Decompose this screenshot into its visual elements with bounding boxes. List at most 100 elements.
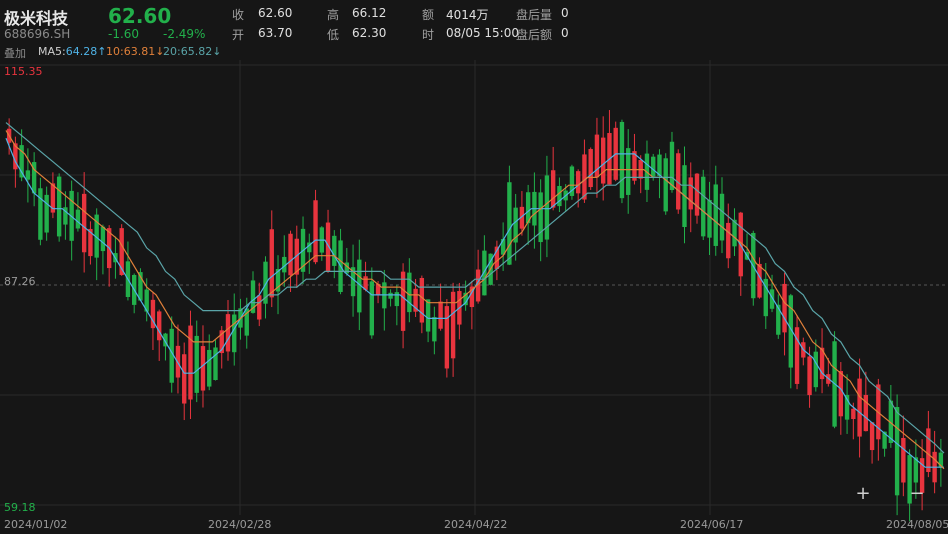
candle-body [582,154,587,200]
candle-body [838,371,844,417]
candle-body [857,378,862,437]
candle-body [44,194,49,233]
y-axis-min-label: 59.18 [4,501,36,514]
candle-body [200,346,206,391]
candle-body [557,185,562,207]
ma10-value: 10:63.81↓ [106,45,165,58]
candle-body [450,291,456,359]
candle-body [432,317,437,342]
high-label: 高 [327,8,340,22]
candle-body [726,222,731,259]
stock-code: 688696.SH [4,27,71,41]
candle-body [651,156,656,177]
price-change: -1.60 [108,27,140,41]
time-value: 08/05 15:00 [446,26,519,40]
candle-body [25,170,31,180]
candle-body [213,347,218,381]
candle-body [38,188,43,240]
x-axis-label: 2024/08/05 [886,518,948,531]
y-axis-max-label: 115.35 [4,65,43,78]
after-hours-amount-value: 0 [561,26,569,40]
candle-body [869,422,875,451]
candle-body [719,193,725,241]
candle-body [257,295,262,320]
candle-body [444,306,450,369]
last-price: 62.60 [108,4,172,28]
candle-body [926,428,931,473]
candle-body [657,154,662,176]
candle-body [669,141,675,191]
ma5-value: 64.28↑ [65,45,107,58]
candle-body [56,176,62,237]
y-axis-ref-label: 87.26 [4,275,36,288]
low-label: 低 [327,28,340,42]
candle-body [550,170,556,208]
candle-body [688,177,693,210]
low-value: 62.30 [352,26,387,40]
candle-body [225,314,231,352]
candle-body [588,149,593,188]
open-label: 开 [232,28,245,42]
amount-value: 4014万 [446,8,489,22]
after-hours-volume-label: 盘后量 [516,8,553,22]
candle-body [182,354,187,404]
candle-body [619,121,625,199]
candle-body [707,199,712,238]
candle-body [232,314,237,353]
candle-body [538,192,543,243]
high-value: 66.12 [352,6,387,20]
candle-body [407,272,412,313]
candle-body [288,233,293,276]
candle-body [782,283,787,333]
close-value: 62.60 [258,6,293,20]
price-change-pct: -2.49% [163,27,206,41]
candle-body [438,301,443,329]
x-axis-label: 2024/02/28 [208,518,271,531]
candle-body [194,335,199,393]
candle-body [400,271,406,331]
candle-body [544,175,550,240]
candle-body [81,193,87,253]
candle-body [100,226,106,252]
zoom-out-button[interactable]: − [907,484,927,504]
zoom-in-button[interactable]: + [853,484,873,504]
candle-body [507,182,512,265]
candle-body [394,292,400,307]
candle-body [207,349,212,387]
candle-body [813,351,818,388]
candle-body [575,171,581,194]
candle-body [157,311,162,341]
ma5-indicator: MA5:64.28↑ [38,45,106,58]
candle-body [419,277,425,323]
candle-body [807,356,812,396]
candle-body [313,200,318,263]
candle-body [663,158,668,212]
x-axis-labels: 2024/01/02 2024/02/28 2024/04/22 2024/06/17… [4,518,948,531]
candlestick-chart[interactable]: 115.35 87.26 59.18 2024/01/02 2024/02/28 2… [0,60,948,534]
open-value: 63.70 [258,26,293,40]
candle-body [269,229,274,298]
x-axis-label: 2024/01/02 [4,518,67,531]
candle-body [851,408,856,420]
candle-body [332,235,337,266]
candle-body [369,281,375,336]
ma20-value: 20:65.82↓ [163,45,222,58]
ma5-label: MA5: [38,45,66,58]
candle-body [425,299,431,332]
close-label: 收 [232,8,245,22]
candle-body [901,437,906,483]
candle-body [701,176,706,237]
overlay-button[interactable]: 叠加 [4,45,26,61]
candle-body [388,292,393,299]
candle-body [694,173,700,216]
amount-label: 额 [422,8,435,22]
candle-body [757,263,762,298]
candle-body [713,184,718,246]
x-axis-label: 2024/04/22 [444,518,507,531]
candle-body [601,137,606,184]
after-hours-amount-label: 盘后额 [516,28,553,42]
candle-body [626,148,631,195]
candle-body [75,209,81,229]
candle-body [776,304,781,335]
stock-name: 极米科技 [4,9,69,28]
